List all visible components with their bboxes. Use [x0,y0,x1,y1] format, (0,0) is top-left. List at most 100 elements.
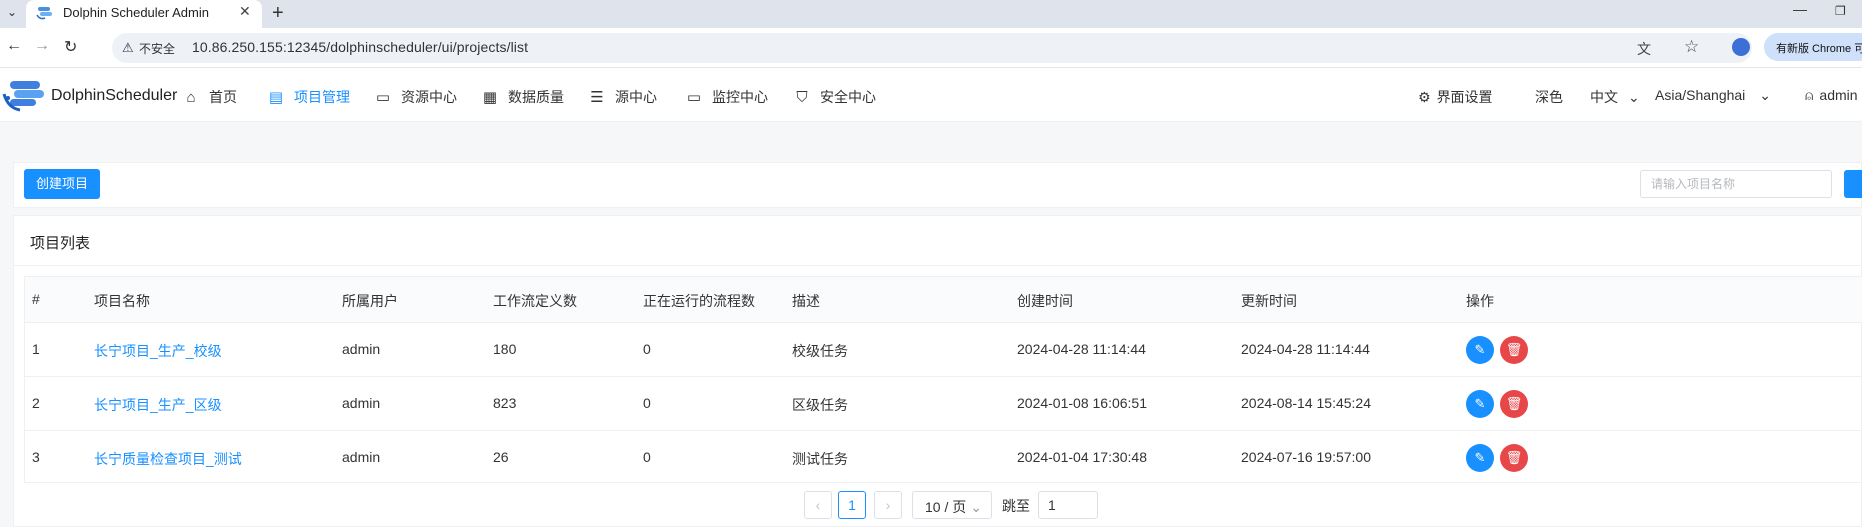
page-size-select[interactable]: 10 / 页 ⌄ [912,491,992,519]
nav-security-label: 安全中心 [820,89,876,105]
page-1-button[interactable]: 1 [838,491,866,519]
table-row: 3 长宁质量检查项目_测试 admin 26 0 测试任务 2024-01-04… [25,431,1862,485]
profile-avatar-icon[interactable] [1732,38,1750,56]
column-header: 工作流定义数 [493,293,577,309]
project-name-link[interactable]: 长宁项目_生产_区级 [94,395,222,415]
nav-data-quality[interactable]: ▦ 数据质量 [482,87,564,107]
nav-datasource-center[interactable]: ☰ 源中心 [589,87,657,107]
search-button[interactable] [1844,170,1862,198]
nav-monitor-center[interactable]: ▭ 监控中心 [686,87,768,107]
row-workflow-count: 823 [493,395,517,411]
nav-project-label: 项目管理 [294,89,350,105]
edit-project-button[interactable]: ✎ [1466,444,1494,472]
column-header: 正在运行的流程数 [643,293,755,309]
row-updated-time: 2024-04-28 11:14:44 [1241,341,1370,357]
project-name-link[interactable]: 长宁项目_生产_校级 [94,341,222,361]
row-description: 校级任务 [792,343,848,359]
timezone-label: Asia/Shanghai [1655,87,1746,103]
project-icon: ▤ [268,89,284,106]
row-owner: admin [342,395,381,411]
project-search-input[interactable] [1640,170,1832,198]
browser-tab[interactable]: Dolphin Scheduler Admin ✕ [26,0,262,28]
user-icon: ⍝ [1805,87,1814,103]
user-menu[interactable]: ⍝ admin [1805,87,1858,104]
column-header: 描述 [792,293,820,309]
trash-icon: 🗑 [1505,450,1523,465]
row-created-time: 2024-01-04 17:30:48 [1017,449,1147,465]
app-logo-text[interactable]: DolphinScheduler [51,87,177,105]
insecure-label: 不安全 [139,42,176,56]
project-table: # 项目名称 所属用户 工作流定义数 正在运行的流程数 描述 创建时间 更新时间… [24,276,1862,483]
minimize-window-icon[interactable]: — [1793,1,1807,17]
theme-toggle[interactable]: 深色 [1535,87,1563,107]
chrome-update-button[interactable]: 有新版 Chrome 可 [1764,33,1862,61]
dolphin-favicon-icon [36,7,52,20]
chevron-down-icon: ⌄ [1628,89,1640,105]
home-icon: ⌂ [186,89,196,106]
nav-project-management[interactable]: ▤ 项目管理 [268,87,350,107]
column-header: # [32,291,40,307]
row-index: 1 [32,341,40,357]
bookmark-star-icon[interactable]: ☆ [1684,37,1699,57]
url-text[interactable]: 10.86.250.155:12345/dolphinscheduler/ui/… [192,39,528,55]
tab-search-chevron-icon[interactable]: ⌄ [0,0,24,28]
folder-icon: ▭ [375,89,391,106]
next-page-button[interactable]: › [874,491,902,519]
delete-project-button[interactable]: 🗑 [1500,390,1528,418]
column-header: 操作 [1466,293,1494,309]
edit-project-button[interactable]: ✎ [1466,390,1494,418]
trash-icon: 🗑 [1505,342,1523,357]
delete-project-button[interactable]: 🗑 [1500,336,1528,364]
row-workflow-count: 180 [493,341,517,357]
jump-to-page-input[interactable]: 1 [1038,491,1098,519]
nav-home-label: 首页 [209,89,237,105]
nav-home[interactable]: ⌂ 首页 [183,87,237,107]
edit-project-button[interactable]: ✎ [1466,336,1494,364]
nav-monitor-label: 监控中心 [712,89,768,105]
ui-settings-button[interactable]: ⚙ 界面设置 [1418,87,1493,107]
new-tab-icon[interactable]: + [272,1,284,25]
row-workflow-count: 26 [493,449,509,465]
document-icon: ▦ [482,89,498,106]
chevron-right-icon: › [885,497,891,513]
row-running-count: 0 [643,449,651,465]
browser-tab-strip: ⌄ Dolphin Scheduler Admin ✕ + — ❐ [0,0,1862,28]
delete-project-button[interactable]: 🗑 [1500,444,1528,472]
reload-icon[interactable]: ↻ [64,37,77,57]
edit-icon: ✎ [1474,396,1486,411]
table-row: 2 长宁项目_生产_区级 admin 823 0 区级任务 2024-01-08… [25,377,1862,431]
language-select[interactable]: 中文 ⌄ [1590,87,1640,107]
monitor-icon: ▭ [686,89,702,106]
project-name-link[interactable]: 长宁质量检查项目_测试 [94,449,242,469]
create-project-button[interactable]: 创建项目 [24,169,100,199]
prev-page-button[interactable]: ‹ [804,491,832,519]
chevron-down-icon: ⌄ [970,499,982,515]
column-header: 所属用户 [342,293,398,309]
nav-resource-center[interactable]: ▭ 资源中心 [375,87,457,107]
gear-icon: ⚙ [1418,89,1431,105]
column-header: 更新时间 [1241,293,1297,309]
chevron-left-icon: ‹ [815,497,821,513]
translate-icon[interactable]: 文 [1637,39,1651,59]
tab-title: Dolphin Scheduler Admin [63,5,209,20]
edit-icon: ✎ [1474,342,1486,357]
nav-security-center[interactable]: ⛉ 安全中心 [794,87,876,107]
divider [13,265,1862,266]
omnibox[interactable]: ⚠ 不安全 10.86.250.155:12345/dolphinschedul… [112,33,1752,63]
row-updated-time: 2024-07-16 19:57:00 [1241,449,1371,465]
language-label: 中文 [1590,89,1618,105]
nav-data-quality-label: 数据质量 [508,89,564,105]
back-icon[interactable]: ← [6,37,22,55]
close-tab-icon[interactable]: ✕ [239,3,251,20]
timezone-select[interactable]: Asia/Shanghai ⌄ [1655,87,1771,104]
row-owner: admin [342,449,381,465]
edit-icon: ✎ [1474,450,1486,465]
restore-window-icon[interactable]: ❐ [1835,4,1846,18]
project-list-title: 项目列表 [30,235,91,252]
column-header: 创建时间 [1017,293,1073,309]
shield-icon: ⛉ [796,89,808,106]
row-created-time: 2024-04-28 11:14:44 [1017,341,1146,357]
forward-icon[interactable]: → [34,37,50,55]
app-header: DolphinScheduler ⌂ 首页 ▤ 项目管理 ▭ 资源中心 ▦ 数据质量 ☰… [0,68,1862,122]
row-description: 测试任务 [792,451,848,467]
